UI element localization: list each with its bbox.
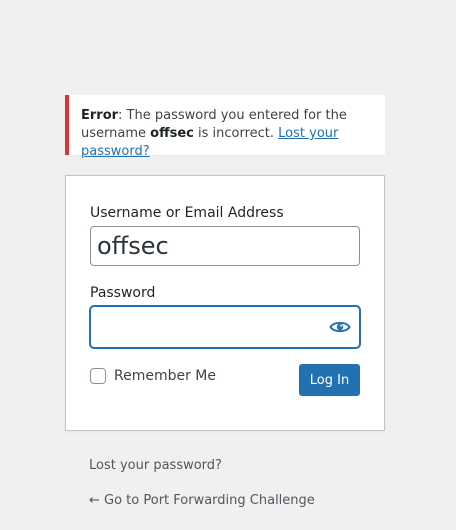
error-label: Error xyxy=(81,108,119,123)
password-field-wrapper xyxy=(90,306,360,348)
login-form: Username or Email Address Password Remem… xyxy=(65,175,385,431)
password-input[interactable] xyxy=(91,307,321,347)
remember-me-row: Remember Me xyxy=(90,367,216,385)
lost-password-link[interactable]: Lost your password? xyxy=(89,458,222,473)
login-error-notice: Error: The password you entered for the … xyxy=(65,95,385,159)
error-username: offsec xyxy=(150,126,194,141)
username-input[interactable] xyxy=(90,226,360,266)
remember-me-label: Remember Me xyxy=(114,368,216,384)
username-label: Username or Email Address xyxy=(90,205,284,221)
error-message-part2: is incorrect. xyxy=(193,126,279,141)
back-to-site-link[interactable]: ← Go to Port Forwarding Challenge xyxy=(89,493,315,508)
log-in-button[interactable]: Log In xyxy=(299,364,360,396)
eye-icon[interactable] xyxy=(329,317,351,337)
remember-me-checkbox[interactable] xyxy=(90,368,106,384)
password-label: Password xyxy=(90,285,156,301)
